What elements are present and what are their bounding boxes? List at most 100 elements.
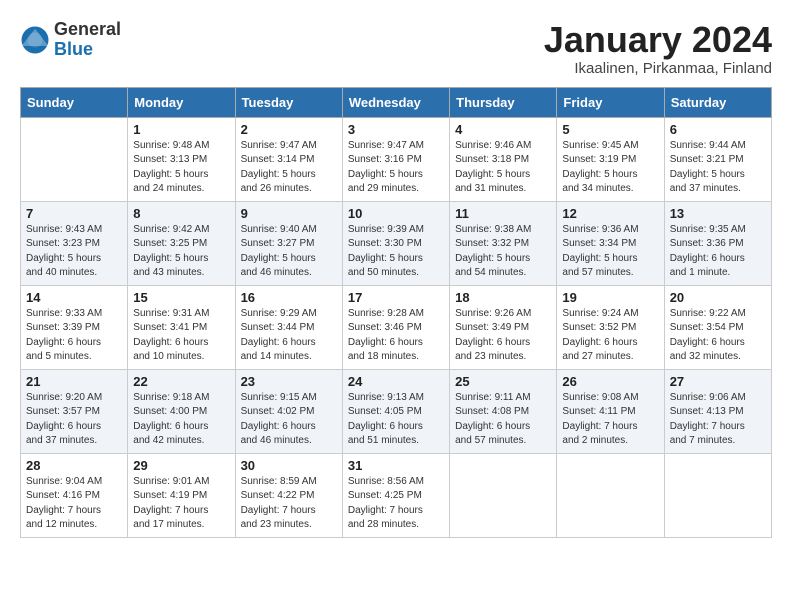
day-info: Sunrise: 9:13 AMSunset: 4:05 PMDaylight:… — [348, 391, 444, 449]
day-of-week-header: Friday — [557, 87, 664, 117]
day-number: 11 — [455, 206, 551, 221]
day-of-week-header: Saturday — [664, 87, 771, 117]
day-info: Sunrise: 9:45 AMSunset: 3:19 PMDaylight:… — [562, 139, 658, 197]
day-number: 1 — [133, 122, 229, 137]
day-number: 8 — [133, 206, 229, 221]
calendar-cell: 18 Sunrise: 9:26 AMSunset: 3:49 PMDayligh… — [450, 285, 557, 369]
day-number: 3 — [348, 122, 444, 137]
title-area: January 2024 Ikaalinen, Pirkanmaa, Finla… — [544, 20, 772, 77]
day-info: Sunrise: 9:36 AMSunset: 3:34 PMDaylight:… — [562, 223, 658, 281]
calendar-cell: 15Sunrise: 9:31 AMSunset: 3:41 PMDayligh… — [128, 285, 235, 369]
day-info: Sunrise: 9:39 AMSunset: 3:30 PMDaylight:… — [348, 223, 444, 281]
logo-icon — [20, 25, 50, 55]
calendar-cell: 25Sunrise: 9:11 AMSunset: 4:08 PMDayligh… — [450, 369, 557, 453]
calendar-cell: 20 Sunrise: 9:22 AMSunset: 3:54 PMDayligh… — [664, 285, 771, 369]
day-of-week-header: Monday — [128, 87, 235, 117]
day-number: 19 — [562, 290, 658, 305]
day-info: Sunrise: 9:35 AMSunset: 3:36 PMDaylight:… — [670, 223, 766, 281]
calendar-week-row: 1 Sunrise: 9:48 AMSunset: 3:13 PMDaylight… — [21, 117, 772, 201]
day-number: 18 — [455, 290, 551, 305]
calendar-cell: 14 Sunrise: 9:33 AMSunset: 3:39 PMDayligh… — [21, 285, 128, 369]
day-info: Sunrise: 9:43 AMSunset: 3:23 PMDaylight:… — [26, 223, 122, 281]
day-info: Sunrise: 9:18 AMSunset: 4:00 PMDaylight:… — [133, 391, 229, 449]
calendar-cell: 1 Sunrise: 9:48 AMSunset: 3:13 PMDaylight… — [128, 117, 235, 201]
day-info: Sunrise: 9:42 AMSunset: 3:25 PMDaylight:… — [133, 223, 229, 281]
day-of-week-header: Thursday — [450, 87, 557, 117]
day-number: 9 — [241, 206, 337, 221]
day-info: Sunrise: 9:28 AMSunset: 3:46 PMDaylight:… — [348, 307, 444, 365]
calendar-cell: 24 Sunrise: 9:13 AMSunset: 4:05 PMDayligh… — [342, 369, 449, 453]
calendar-cell: 19 Sunrise: 9:24 AMSunset: 3:52 PMDayligh… — [557, 285, 664, 369]
calendar-week-row: 28Sunrise: 9:04 AMSunset: 4:16 PMDayligh… — [21, 453, 772, 537]
page-header: General Blue January 2024 Ikaalinen, Pir… — [20, 20, 772, 77]
day-info: Sunrise: 9:29 AMSunset: 3:44 PMDaylight:… — [241, 307, 337, 365]
day-number: 31 — [348, 458, 444, 473]
day-info: Sunrise: 9:46 AMSunset: 3:18 PMDaylight:… — [455, 139, 551, 197]
calendar-cell: 16Sunrise: 9:29 AMSunset: 3:44 PMDayligh… — [235, 285, 342, 369]
day-number: 10 — [348, 206, 444, 221]
day-info: Sunrise: 9:47 AMSunset: 3:16 PMDaylight:… — [348, 139, 444, 197]
day-of-week-header: Sunday — [21, 87, 128, 117]
calendar-cell: 17 Sunrise: 9:28 AMSunset: 3:46 PMDayligh… — [342, 285, 449, 369]
calendar-cell: 8 Sunrise: 9:42 AMSunset: 3:25 PMDaylight… — [128, 201, 235, 285]
calendar-cell: 31 Sunrise: 8:56 AMSunset: 4:25 PMDayligh… — [342, 453, 449, 537]
calendar-cell: 3 Sunrise: 9:47 AMSunset: 3:16 PMDaylight… — [342, 117, 449, 201]
calendar-cell: 7Sunrise: 9:43 AMSunset: 3:23 PMDaylight… — [21, 201, 128, 285]
logo-general: General — [54, 20, 121, 40]
calendar-cell: 6Sunrise: 9:44 AMSunset: 3:21 PMDaylight… — [664, 117, 771, 201]
day-number: 14 — [26, 290, 122, 305]
day-info: Sunrise: 8:56 AMSunset: 4:25 PMDaylight:… — [348, 475, 444, 533]
calendar-cell: 11 Sunrise: 9:38 AMSunset: 3:32 PMDayligh… — [450, 201, 557, 285]
day-info: Sunrise: 9:24 AMSunset: 3:52 PMDaylight:… — [562, 307, 658, 365]
calendar-cell: 2 Sunrise: 9:47 AMSunset: 3:14 PMDaylight… — [235, 117, 342, 201]
calendar-cell: 12 Sunrise: 9:36 AMSunset: 3:34 PMDayligh… — [557, 201, 664, 285]
day-number: 21 — [26, 374, 122, 389]
calendar-cell: 29Sunrise: 9:01 AMSunset: 4:19 PMDayligh… — [128, 453, 235, 537]
day-number: 2 — [241, 122, 337, 137]
day-info: Sunrise: 9:48 AMSunset: 3:13 PMDaylight:… — [133, 139, 229, 197]
day-number: 26 — [562, 374, 658, 389]
day-of-week-header: Wednesday — [342, 87, 449, 117]
calendar-week-row: 7Sunrise: 9:43 AMSunset: 3:23 PMDaylight… — [21, 201, 772, 285]
day-info: Sunrise: 8:59 AMSunset: 4:22 PMDaylight:… — [241, 475, 337, 533]
day-number: 15 — [133, 290, 229, 305]
day-info: Sunrise: 9:44 AMSunset: 3:21 PMDaylight:… — [670, 139, 766, 197]
day-number: 28 — [26, 458, 122, 473]
day-of-week-header: Tuesday — [235, 87, 342, 117]
day-info: Sunrise: 9:33 AMSunset: 3:39 PMDaylight:… — [26, 307, 122, 365]
day-number: 20 — [670, 290, 766, 305]
day-number: 24 — [348, 374, 444, 389]
calendar-cell: 13 Sunrise: 9:35 AMSunset: 3:36 PMDayligh… — [664, 201, 771, 285]
day-number: 25 — [455, 374, 551, 389]
day-info: Sunrise: 9:47 AMSunset: 3:14 PMDaylight:… — [241, 139, 337, 197]
calendar-cell: 22 Sunrise: 9:18 AMSunset: 4:00 PMDayligh… — [128, 369, 235, 453]
day-info: Sunrise: 9:22 AMSunset: 3:54 PMDaylight:… — [670, 307, 766, 365]
calendar-cell: 10 Sunrise: 9:39 AMSunset: 3:30 PMDayligh… — [342, 201, 449, 285]
calendar-cell — [450, 453, 557, 537]
day-number: 27 — [670, 374, 766, 389]
day-number: 4 — [455, 122, 551, 137]
day-number: 22 — [133, 374, 229, 389]
calendar-cell — [557, 453, 664, 537]
calendar-cell — [21, 117, 128, 201]
day-info: Sunrise: 9:26 AMSunset: 3:49 PMDaylight:… — [455, 307, 551, 365]
calendar-table: SundayMondayTuesdayWednesdayThursdayFrid… — [20, 87, 772, 538]
day-info: Sunrise: 9:06 AMSunset: 4:13 PMDaylight:… — [670, 391, 766, 449]
calendar-cell: 23Sunrise: 9:15 AMSunset: 4:02 PMDayligh… — [235, 369, 342, 453]
day-number: 13 — [670, 206, 766, 221]
calendar-week-row: 21Sunrise: 9:20 AMSunset: 3:57 PMDayligh… — [21, 369, 772, 453]
day-number: 17 — [348, 290, 444, 305]
day-info: Sunrise: 9:38 AMSunset: 3:32 PMDaylight:… — [455, 223, 551, 281]
calendar-cell: 9 Sunrise: 9:40 AMSunset: 3:27 PMDaylight… — [235, 201, 342, 285]
calendar-week-row: 14 Sunrise: 9:33 AMSunset: 3:39 PMDayligh… — [21, 285, 772, 369]
location: Ikaalinen, Pirkanmaa, Finland — [544, 60, 772, 77]
day-info: Sunrise: 9:40 AMSunset: 3:27 PMDaylight:… — [241, 223, 337, 281]
calendar-cell — [664, 453, 771, 537]
calendar-cell: 4 Sunrise: 9:46 AMSunset: 3:18 PMDaylight… — [450, 117, 557, 201]
day-number: 12 — [562, 206, 658, 221]
calendar-header-row: SundayMondayTuesdayWednesdayThursdayFrid… — [21, 87, 772, 117]
calendar-cell: 30 Sunrise: 8:59 AMSunset: 4:22 PMDayligh… — [235, 453, 342, 537]
calendar-cell: 21Sunrise: 9:20 AMSunset: 3:57 PMDayligh… — [21, 369, 128, 453]
day-number: 23 — [241, 374, 337, 389]
day-number: 30 — [241, 458, 337, 473]
